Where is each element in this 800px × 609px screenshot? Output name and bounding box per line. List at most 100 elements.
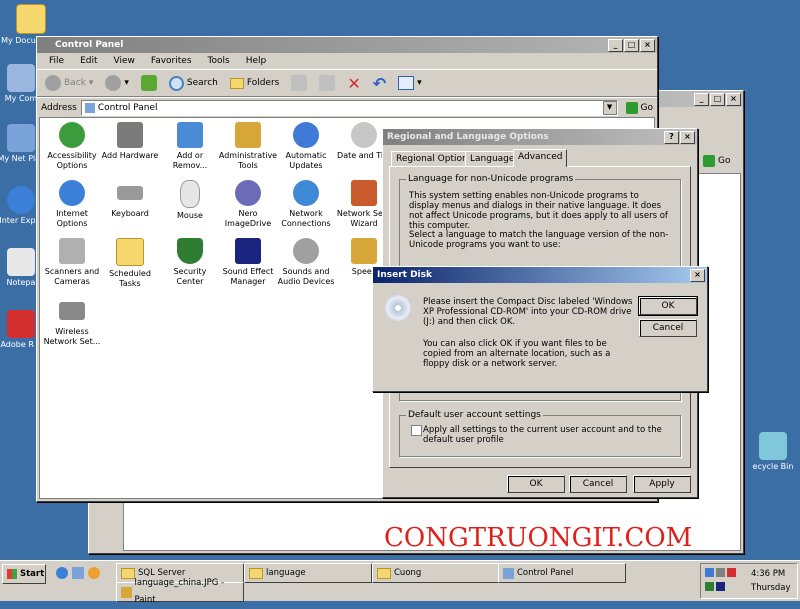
search-button[interactable]: Search bbox=[165, 74, 222, 93]
media-player-quick-icon[interactable] bbox=[88, 567, 100, 579]
cp-item-automatic-updates[interactable]: Automatic Updates bbox=[276, 122, 336, 171]
menu-view[interactable]: View bbox=[106, 56, 143, 66]
taskbar-item-cuong[interactable]: Cuong bbox=[372, 563, 500, 583]
up-button[interactable] bbox=[137, 73, 161, 93]
cp-item-label: Administrative Tools bbox=[218, 151, 278, 170]
close-button[interactable]: × bbox=[726, 93, 741, 106]
taskbar-item-label: language_china.JPG - Paint bbox=[134, 578, 225, 605]
copy-to-button[interactable] bbox=[315, 73, 339, 93]
app-tray-icon[interactable] bbox=[716, 582, 725, 591]
cp-item-sound-effect-manager[interactable]: Sound Effect Manager bbox=[218, 238, 278, 287]
minimize-button[interactable]: _ bbox=[694, 93, 709, 106]
cp-item-mouse[interactable]: Mouse bbox=[160, 180, 220, 221]
dialog-title: Regional and Language Options bbox=[387, 132, 549, 142]
background-go-button[interactable]: Go bbox=[699, 153, 735, 169]
regional-dialog-titlebar[interactable]: Regional and Language Options ? × bbox=[383, 129, 697, 145]
insert-disk-cancel-button[interactable]: Cancel bbox=[639, 319, 697, 337]
go-label: Go bbox=[718, 156, 731, 166]
taskbar-item-paint[interactable]: language_china.JPG - Paint bbox=[116, 578, 244, 605]
cp-item-security-center[interactable]: Security Center bbox=[160, 238, 220, 287]
address-dropdown-arrow[interactable]: ▼ bbox=[602, 101, 617, 115]
recycle-bin-icon bbox=[759, 432, 787, 460]
internet-explorer-quick-icon[interactable] bbox=[56, 567, 68, 579]
cp-item-scanners-and-cameras[interactable]: Scanners and Cameras bbox=[42, 238, 102, 287]
cp-item-add-hardware[interactable]: Add Hardware bbox=[100, 122, 160, 161]
desktop-icon-recycle-bin[interactable]: ecycle Bin bbox=[738, 432, 800, 471]
cp-item-nero-imagedrive[interactable]: Nero ImageDrive bbox=[218, 180, 278, 229]
maximize-button[interactable]: □ bbox=[710, 93, 725, 106]
menu-edit[interactable]: Edit bbox=[72, 56, 105, 66]
apply-all-settings-checkbox[interactable] bbox=[411, 425, 422, 436]
speaker-icon bbox=[293, 238, 319, 264]
menu-help[interactable]: Help bbox=[238, 56, 275, 66]
default-user-group-title: Default user account settings bbox=[406, 410, 543, 420]
clock-day: Thursday bbox=[751, 583, 791, 593]
back-button[interactable]: Back ▾ bbox=[41, 73, 97, 93]
cp-item-scheduled-tasks[interactable]: Scheduled Tasks bbox=[100, 238, 160, 289]
desktop-icon-label: Notepa bbox=[6, 278, 36, 287]
control-panel-small-icon bbox=[84, 103, 95, 113]
address-input[interactable]: Control Panel ▼ bbox=[80, 100, 618, 116]
show-desktop-quick-icon[interactable] bbox=[72, 567, 84, 579]
insert-disk-message: Please insert the Compact Disc labeled '… bbox=[423, 297, 633, 327]
folders-icon bbox=[229, 77, 244, 89]
maximize-button[interactable]: □ bbox=[624, 39, 639, 52]
menu-bar: File Edit View Favorites Tools Help bbox=[37, 53, 657, 69]
cp-item-keyboard[interactable]: Keyboard bbox=[100, 180, 160, 219]
close-button[interactable]: × bbox=[640, 39, 655, 52]
taskbar-item-control-panel[interactable]: Control Panel bbox=[498, 563, 626, 583]
regional-cancel-button[interactable]: Cancel bbox=[569, 475, 627, 493]
undo-button[interactable]: ↶ bbox=[369, 72, 390, 95]
menu-favorites[interactable]: Favorites bbox=[143, 56, 200, 66]
cp-item-wireless-network-setup[interactable]: Wireless Network Set... bbox=[42, 298, 102, 347]
folder-icon bbox=[16, 4, 46, 34]
cp-item-label: Scanners and Cameras bbox=[44, 267, 100, 286]
cp-item-accessibility-options[interactable]: Accessibility Options bbox=[42, 122, 102, 171]
cp-item-administrative-tools[interactable]: Administrative Tools bbox=[218, 122, 278, 171]
help-button[interactable]: ? bbox=[664, 131, 679, 144]
forward-arrow-icon bbox=[105, 75, 122, 91]
cp-item-label: Accessibility Options bbox=[47, 151, 97, 170]
insert-disk-ok-button[interactable]: OK bbox=[638, 296, 698, 316]
cp-item-internet-options[interactable]: Internet Options bbox=[42, 180, 102, 229]
keyboard-icon bbox=[117, 186, 143, 200]
language-tray-icon[interactable] bbox=[727, 568, 736, 577]
go-button[interactable]: Go bbox=[622, 102, 657, 114]
cp-item-add-or-remove-programs[interactable]: Add or Remov... bbox=[160, 122, 220, 171]
back-label: Back bbox=[64, 78, 86, 88]
move-to-button[interactable] bbox=[287, 73, 311, 93]
close-button[interactable]: × bbox=[690, 269, 705, 282]
forward-button[interactable]: ▾ bbox=[101, 73, 133, 93]
tab-advanced[interactable]: Advanced bbox=[513, 149, 568, 167]
insert-disk-dialog[interactable]: Insert Disk × Please insert the Compact … bbox=[372, 266, 708, 392]
menu-tools[interactable]: Tools bbox=[200, 56, 238, 66]
speech-icon bbox=[351, 238, 377, 264]
network-connections-icon bbox=[293, 180, 319, 206]
control-panel-titlebar[interactable]: Control Panel _ □ × bbox=[37, 37, 657, 53]
scheduled-tasks-icon bbox=[116, 238, 144, 266]
apply-all-settings-label: Apply all settings to the current user a… bbox=[423, 425, 662, 445]
clock-time[interactable]: 4:36 PM bbox=[751, 569, 785, 579]
menu-file[interactable]: File bbox=[41, 56, 72, 66]
taskbar-item-language[interactable]: language bbox=[244, 563, 372, 583]
cp-item-label: Sounds and Audio Devices bbox=[277, 267, 335, 286]
network-tray-icon[interactable] bbox=[705, 568, 714, 577]
taskbar-item-label: language bbox=[266, 567, 306, 578]
security-tray-icon[interactable] bbox=[705, 582, 714, 591]
volume-tray-icon[interactable] bbox=[716, 568, 725, 577]
taskbar: Start SQL Server language Cuong Control … bbox=[0, 560, 800, 605]
regional-apply-button[interactable]: Apply bbox=[633, 475, 691, 493]
insert-disk-titlebar[interactable]: Insert Disk × bbox=[373, 267, 707, 283]
delete-button[interactable]: ✕ bbox=[343, 72, 364, 95]
views-button[interactable]: ▾ bbox=[394, 74, 426, 92]
watermark-text: CONGTRUONGIT.COM bbox=[384, 523, 693, 553]
copy-to-icon bbox=[319, 75, 336, 91]
cp-item-network-connections[interactable]: Network Connections bbox=[276, 180, 336, 229]
start-button[interactable]: Start bbox=[2, 564, 46, 584]
tray-icons bbox=[705, 568, 736, 577]
close-button[interactable]: × bbox=[680, 131, 695, 144]
cp-item-sounds-and-audio-devices[interactable]: Sounds and Audio Devices bbox=[276, 238, 336, 287]
folders-button[interactable]: Folders bbox=[226, 76, 284, 91]
regional-ok-button[interactable]: OK bbox=[507, 475, 565, 493]
minimize-button[interactable]: _ bbox=[608, 39, 623, 52]
